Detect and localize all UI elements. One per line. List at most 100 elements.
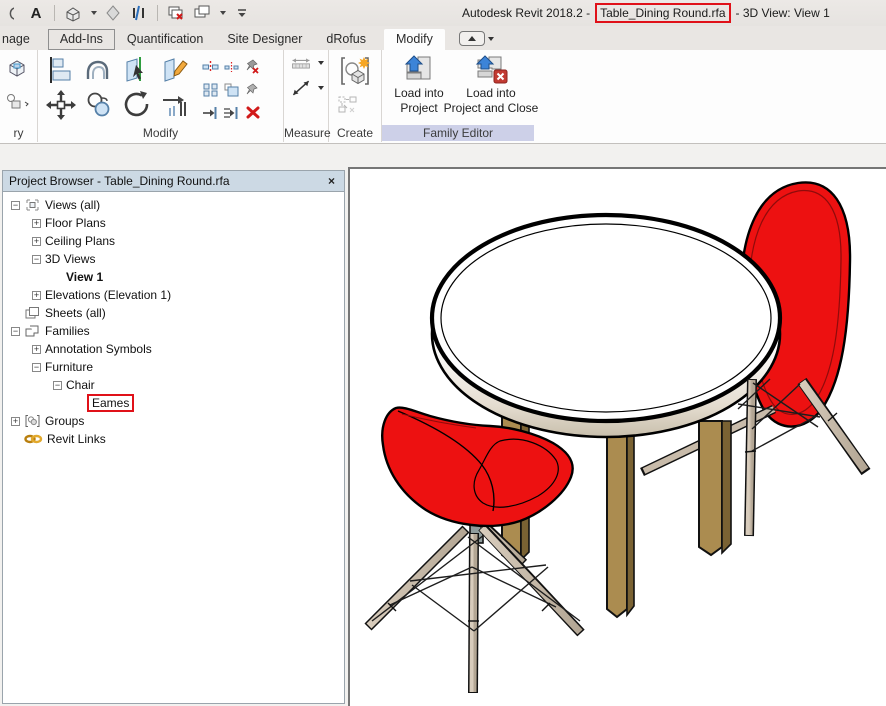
collapse-icon[interactable]: − bbox=[11, 327, 20, 336]
offset-button[interactable] bbox=[80, 53, 117, 86]
expand-icon[interactable]: + bbox=[32, 291, 41, 300]
ribbon: ry bbox=[0, 50, 886, 144]
tab-quantification[interactable]: Quantification bbox=[115, 29, 215, 50]
close-hidden-windows-icon[interactable] bbox=[166, 3, 186, 23]
tree-item-label: Floor Plans bbox=[45, 216, 106, 230]
ribbon-display-toggle[interactable] bbox=[459, 31, 494, 46]
load-into-project-button[interactable]: Load into Project bbox=[388, 53, 450, 115]
load-into-project-and-close-label-2: Project and Close bbox=[444, 102, 539, 115]
panel-label-create: Create bbox=[329, 125, 381, 141]
panel-create: Create bbox=[329, 50, 382, 142]
expand-icon[interactable]: + bbox=[32, 237, 41, 246]
collapse-icon[interactable]: − bbox=[53, 381, 62, 390]
tree-item-eames[interactable]: Eames bbox=[3, 394, 344, 412]
tree-item-annotation-symbols[interactable]: + Annotation Symbols bbox=[3, 340, 344, 358]
switch-windows-icon[interactable] bbox=[192, 3, 212, 23]
tree-item-label: Revit Links bbox=[47, 432, 106, 446]
chair-front[interactable] bbox=[368, 408, 581, 693]
rotate-button[interactable] bbox=[118, 88, 155, 121]
create-group-button[interactable] bbox=[338, 54, 372, 93]
panel-label-modify: Modify bbox=[38, 125, 283, 141]
tree-item-groups[interactable]: + Groups bbox=[3, 412, 344, 430]
default-3d-view-icon[interactable] bbox=[63, 3, 83, 23]
partial-icon[interactable] bbox=[0, 3, 20, 23]
tree-item-families[interactable]: − Families bbox=[3, 322, 344, 340]
split-with-gap-button[interactable] bbox=[221, 55, 242, 78]
cut-geometry-cube-icon[interactable] bbox=[6, 58, 37, 83]
join-geometry-icon[interactable] bbox=[6, 93, 37, 116]
tree-item-chair[interactable]: −Chair bbox=[3, 376, 344, 394]
tree-item-3d-views[interactable]: −3D Views bbox=[3, 250, 344, 268]
array-button[interactable] bbox=[200, 78, 221, 101]
project-browser-tree: −Views (all) + Floor Plans + Ceiling Plans −3… bbox=[3, 192, 344, 703]
collapse-icon[interactable]: − bbox=[32, 363, 41, 372]
tab-manage-partial[interactable]: nage bbox=[0, 29, 40, 50]
delete-button[interactable] bbox=[242, 101, 263, 124]
render-icon[interactable] bbox=[103, 3, 123, 23]
tab-add-ins[interactable]: Add-Ins bbox=[48, 29, 115, 50]
tree-item-label: Groups bbox=[45, 414, 84, 428]
title-prefix: Autodesk Revit 2018.2 - bbox=[462, 6, 590, 20]
panel-measure: Measure bbox=[284, 50, 329, 142]
thin-lines-icon[interactable] bbox=[129, 3, 149, 23]
tree-item-view-1[interactable]: View 1 bbox=[3, 268, 344, 286]
group-options-icon[interactable] bbox=[337, 95, 359, 120]
chevron-down-icon[interactable] bbox=[220, 11, 226, 15]
edit-cut-profile-button[interactable] bbox=[156, 53, 193, 86]
tab-site-designer[interactable]: Site Designer bbox=[215, 29, 314, 50]
tree-item-elevations-elevation-1[interactable]: + Elevations (Elevation 1) bbox=[3, 286, 344, 304]
tree-item-furniture[interactable]: −Furniture bbox=[3, 358, 344, 376]
triangle-up-icon bbox=[468, 36, 476, 41]
chevron-down-icon[interactable] bbox=[91, 11, 97, 15]
tree-item-views-all[interactable]: −Views (all) bbox=[3, 196, 344, 214]
panel-label-geometry: ry bbox=[0, 125, 37, 141]
scale-button[interactable] bbox=[221, 78, 242, 101]
unpin-button[interactable] bbox=[242, 55, 263, 78]
text-note-icon[interactable]: A bbox=[26, 3, 46, 23]
align-button[interactable] bbox=[42, 53, 79, 86]
chevron-down-icon bbox=[318, 61, 324, 65]
table-dining-round[interactable] bbox=[432, 215, 780, 617]
measure-dimension-button[interactable] bbox=[290, 56, 324, 70]
tree-item-revit-links[interactable]: Revit Links bbox=[3, 430, 344, 448]
load-into-project-and-close-label-1: Load into bbox=[466, 87, 515, 100]
trim-extend-multiple-button[interactable] bbox=[221, 101, 242, 124]
measure-between-references-button[interactable] bbox=[290, 76, 324, 100]
families-icon bbox=[24, 324, 41, 338]
split-element-button[interactable] bbox=[200, 55, 221, 78]
groups-icon bbox=[24, 414, 41, 428]
close-icon[interactable]: × bbox=[325, 174, 338, 188]
collapse-icon[interactable]: − bbox=[11, 201, 20, 210]
chevron-down-icon bbox=[318, 86, 324, 90]
tree-item-ceiling-plans[interactable]: + Ceiling Plans bbox=[3, 232, 344, 250]
chevron-down-icon bbox=[488, 37, 494, 41]
tree-item-floor-plans[interactable]: + Floor Plans bbox=[3, 214, 344, 232]
pin-button[interactable] bbox=[242, 78, 263, 101]
drawing-area-3d-view[interactable] bbox=[348, 167, 886, 706]
ribbon-tab-bar: nage Add-Ins Quantification Site Designe… bbox=[0, 26, 886, 50]
3d-canvas[interactable] bbox=[350, 169, 886, 706]
expand-icon[interactable]: + bbox=[32, 345, 41, 354]
tree-item-label: Families bbox=[45, 324, 90, 338]
tab-modify[interactable]: Modify bbox=[384, 29, 445, 50]
move-button[interactable] bbox=[42, 88, 79, 121]
tab-drofus[interactable]: dRofus bbox=[314, 29, 378, 50]
quick-access-toolbar: A bbox=[0, 0, 252, 26]
tree-item-label: Ceiling Plans bbox=[45, 234, 115, 248]
collapse-icon[interactable]: − bbox=[32, 255, 41, 264]
sheets-icon bbox=[24, 306, 41, 320]
expand-icon[interactable]: + bbox=[32, 219, 41, 228]
tree-item-sheets-all[interactable]: Sheets (all) bbox=[3, 304, 344, 322]
expand-icon[interactable]: + bbox=[11, 417, 20, 426]
trim-extend-corner-button[interactable] bbox=[156, 88, 193, 121]
panel-family-editor: Load into Project Load into Project and … bbox=[382, 50, 534, 142]
load-into-project-and-close-button[interactable]: Load into Project and Close bbox=[454, 53, 528, 115]
project-browser-titlebar[interactable]: Project Browser - Table_Dining Round.rfa… bbox=[3, 171, 344, 192]
tree-item-label: Elevations (Elevation 1) bbox=[45, 288, 171, 302]
trim-extend-single-button[interactable] bbox=[200, 101, 221, 124]
customize-qat-icon[interactable] bbox=[232, 3, 252, 23]
tree-item-label: Annotation Symbols bbox=[45, 342, 152, 356]
table-top bbox=[432, 215, 780, 421]
cut-geometry-button[interactable] bbox=[118, 53, 155, 86]
copy-button[interactable] bbox=[80, 88, 117, 121]
